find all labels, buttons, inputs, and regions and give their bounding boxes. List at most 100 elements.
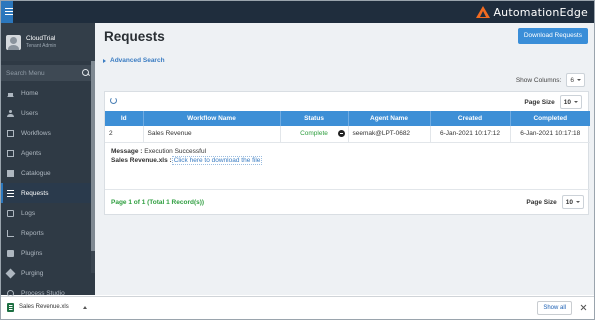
chevron-up-icon[interactable] (83, 306, 87, 309)
brand-name: AutomationEdge (493, 5, 588, 19)
column-header-created[interactable]: Created (430, 111, 511, 126)
cell-created: 6-Jan-2021 10:17:12 (430, 126, 511, 143)
minus-circle-icon[interactable] (337, 130, 345, 137)
close-icon[interactable] (580, 304, 587, 311)
home-icon (7, 90, 14, 97)
sidebar-item-label: Users (21, 109, 38, 117)
column-header-status[interactable]: Status (280, 111, 349, 126)
column-header-agent-name[interactable]: Agent Name (348, 111, 431, 126)
file-label: Sales Revenue.xls : (111, 157, 172, 164)
sidebar-item-catalogue[interactable]: Catalogue (1, 163, 95, 183)
page-title: Requests (104, 29, 165, 44)
plug-icon (7, 249, 14, 257)
requests-card: Page Size 10 Id Workflow Name Status Age… (104, 91, 590, 215)
sidebar-item-purging[interactable]: Purging (1, 263, 95, 283)
sidebar-item-workflows[interactable]: Workflows (1, 123, 95, 143)
sidebar-item-label: Catalogue (21, 169, 51, 177)
table-row[interactable]: 2 Sales Revenue Complete seemak@LPT-0682… (105, 126, 590, 143)
chevron-down-icon (574, 101, 578, 103)
page-size-select[interactable]: 10 (559, 95, 582, 109)
sidebar-item-plugins[interactable]: Plugins (1, 243, 95, 263)
brand-logo: AutomationEdge (476, 4, 588, 20)
page-size-bottom: Page Size 10 (526, 195, 584, 209)
sidebar-search (1, 65, 95, 81)
status-text: Complete (300, 130, 328, 138)
excel-file-icon (7, 303, 14, 312)
show-columns-select[interactable]: 6 (566, 73, 585, 87)
sidebar-item-logs[interactable]: Logs (1, 203, 95, 223)
monitor-icon (7, 149, 14, 157)
automationedge-logo-icon (476, 6, 491, 18)
column-header-completed[interactable]: Completed (510, 111, 590, 126)
list-icon (7, 189, 14, 197)
show-columns-label: Show Columns: (515, 76, 562, 84)
top-bar: AutomationEdge (1, 1, 594, 23)
message-label: Message : (111, 148, 143, 155)
user-role: Tenant Admin (26, 43, 57, 49)
chevron-down-icon (576, 201, 580, 203)
sidebar: CloudTrial Tenant Admin Home Users Workf… (1, 23, 95, 297)
users-icon (7, 109, 14, 117)
sidebar-item-agents[interactable]: Agents (1, 143, 95, 163)
request-detail: Message : Execution Successful Sales Rev… (111, 147, 263, 165)
cell-id: 2 (105, 126, 144, 143)
search-input[interactable] (6, 69, 72, 77)
download-requests-button[interactable]: Download Requests (517, 28, 588, 44)
show-columns-value: 6 (570, 76, 574, 84)
sidebar-item-label: Requests (21, 189, 49, 197)
refresh-icon[interactable] (110, 97, 117, 104)
card-toolbar: Page Size 10 (105, 92, 588, 111)
sidebar-item-label: Plugins (21, 249, 43, 257)
advanced-search-toggle[interactable]: Advanced Search (103, 57, 165, 64)
chart-icon (7, 229, 14, 237)
cell-agent-name: seemak@LPT-0682 (348, 126, 431, 143)
cell-status: Complete (280, 126, 349, 143)
page-size-label: Page Size (526, 198, 557, 206)
table-header-row: Id Workflow Name Status Agent Name Creat… (105, 111, 590, 126)
sidebar-item-reports[interactable]: Reports (1, 223, 95, 243)
page-size-label: Page Size (524, 98, 555, 106)
advanced-search-label: Advanced Search (110, 57, 165, 64)
menu-toggle[interactable] (1, 1, 13, 23)
requests-table: Id Workflow Name Status Agent Name Creat… (105, 111, 590, 143)
hamburger-icon (5, 8, 13, 16)
user-panel: CloudTrial Tenant Admin (1, 23, 95, 61)
sidebar-item-users[interactable]: Users (1, 103, 95, 123)
logs-icon (7, 209, 14, 217)
book-icon (7, 169, 14, 177)
workflows-icon (7, 129, 14, 137)
show-all-button[interactable]: Show all (537, 301, 572, 315)
sidebar-item-label: Home (21, 89, 39, 97)
app-window: AutomationEdge CloudTrial Tenant Admin H… (0, 0, 595, 320)
cell-completed: 6-Jan-2021 10:17:18 (510, 126, 590, 143)
page-size-value: 10 (563, 98, 571, 106)
download-file-link[interactable]: Click here to download the file (171, 156, 263, 165)
avatar (6, 34, 21, 50)
message-value: Execution Successful (144, 148, 207, 155)
page-size-top: Page Size 10 (524, 95, 582, 109)
page-size-value: 10 (565, 198, 573, 206)
chevron-down-icon (577, 79, 581, 81)
page-size-select[interactable]: 10 (561, 195, 584, 209)
show-columns: Show Columns: 6 (516, 73, 585, 87)
search-icon[interactable] (82, 69, 90, 77)
tag-icon (5, 268, 16, 278)
chevron-right-icon (103, 58, 106, 63)
card-footer: Page 1 of 1 (Total 1 Record(s)) Page Siz… (105, 189, 590, 215)
sidebar-item-label: Workflows (21, 129, 51, 137)
main-content: Requests Download Requests Advanced Sear… (95, 23, 594, 295)
page-info: Page 1 of 1 (Total 1 Record(s)) (111, 199, 205, 206)
sidebar-nav: Home Users Workflows Agents Catalogue Re… (1, 83, 95, 303)
download-shelf: Sales Revenue.xls Show all (1, 296, 594, 319)
sidebar-item-label: Reports (21, 229, 44, 237)
user-name: CloudTrial (26, 35, 56, 42)
sidebar-item-requests[interactable]: Requests (1, 183, 95, 203)
downloaded-file-name[interactable]: Sales Revenue.xls (19, 304, 69, 310)
cell-workflow-name: Sales Revenue (143, 126, 281, 143)
sidebar-item-label: Purging (21, 269, 44, 277)
sidebar-item-label: Logs (21, 209, 36, 217)
column-header-workflow-name[interactable]: Workflow Name (143, 111, 281, 126)
column-header-id[interactable]: Id (105, 111, 144, 126)
sidebar-item-home[interactable]: Home (1, 83, 95, 103)
sidebar-item-label: Agents (21, 149, 42, 157)
